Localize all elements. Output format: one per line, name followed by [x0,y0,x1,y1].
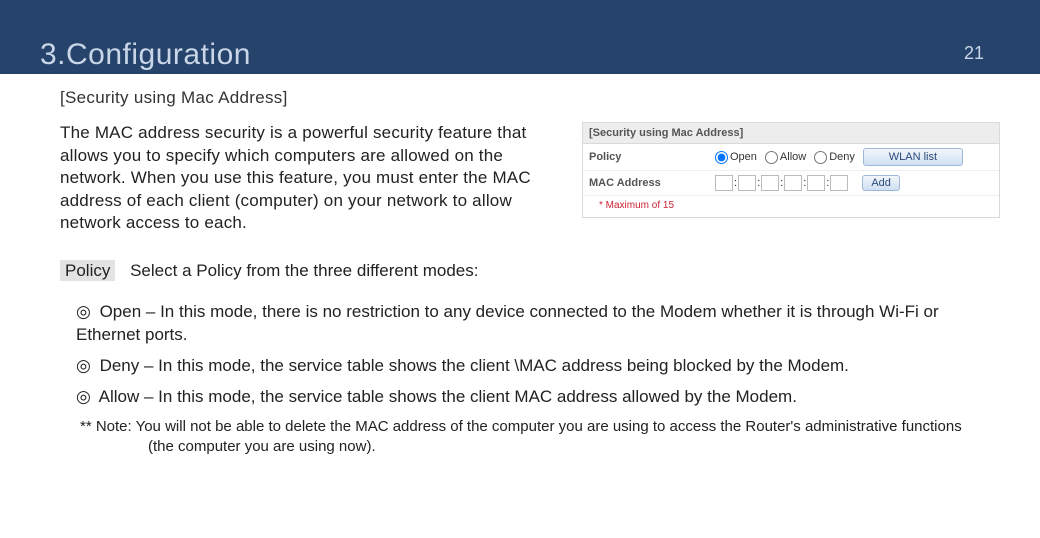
wlan-list-button[interactable]: WLAN list [863,148,963,166]
footnote-cont: (the computer you are using now). [148,437,980,457]
mac-octet-5[interactable] [807,175,825,191]
mac-controls: : : : : : Add [715,175,993,191]
panel-note: * Maximum of 15 [583,196,999,217]
add-button[interactable]: Add [862,175,900,191]
mode-allow-text: Allow – In this mode, the service table … [99,387,797,406]
mode-open: ◎ Open – In this mode, there is no restr… [76,301,980,347]
mode-deny-text: Deny – In this mode, the service table s… [100,356,849,375]
policy-controls: Open Allow Deny WLAN list [715,148,993,166]
page-header: 3.Configuration 21 [0,0,1040,74]
policy-row: Policy Open Allow Deny WLAN list [583,144,999,171]
footnote: ** Note: You will not be able to delete … [80,417,980,437]
mac-octet-6[interactable] [830,175,848,191]
mac-label: MAC Address [589,177,709,189]
mac-sep: : [734,177,737,189]
bullet-icon: ◎ [76,386,91,409]
radio-allow[interactable]: Allow [765,151,806,164]
intro-row: The MAC address security is a powerful s… [60,122,1000,235]
mac-sep: : [826,177,829,189]
panel-title: [Security using Mac Address] [583,123,999,144]
bullet-icon: ◎ [76,355,91,378]
mac-octet-2[interactable] [738,175,756,191]
page-title: 3.Configuration [40,38,251,72]
policy-instruction: Select a Policy from the three different… [130,261,478,280]
mac-security-panel: [Security using Mac Address] Policy Open… [582,122,1000,218]
radio-allow-label: Allow [780,151,806,163]
radio-open-label: Open [730,151,757,163]
page-content: [Security using Mac Address] The MAC add… [0,74,1040,457]
page-number: 21 [964,43,984,64]
policy-line: Policy Select a Policy from the three di… [60,261,1000,281]
section-heading: [Security using Mac Address] [60,88,1000,108]
bullet-icon: ◎ [76,301,91,324]
radio-open-input[interactable] [715,151,728,164]
mac-octet-4[interactable] [784,175,802,191]
intro-text: The MAC address security is a powerful s… [60,122,560,235]
policy-chip: Policy [60,260,115,281]
radio-deny[interactable]: Deny [814,151,855,164]
radio-allow-input[interactable] [765,151,778,164]
radio-deny-label: Deny [829,151,855,163]
modes-list: ◎ Open – In this mode, there is no restr… [76,301,980,457]
mac-sep: : [780,177,783,189]
mode-deny: ◎ Deny – In this mode, the service table… [76,355,980,378]
mac-fields: : : : : : [715,175,848,191]
radio-open[interactable]: Open [715,151,757,164]
mac-row: MAC Address : : : : : Add [583,171,999,196]
mode-allow: ◎ Allow – In this mode, the service tabl… [76,386,980,409]
policy-label: Policy [589,151,709,163]
mac-octet-1[interactable] [715,175,733,191]
mode-open-text: Open – In this mode, there is no restric… [76,302,939,344]
mac-sep: : [757,177,760,189]
mac-sep: : [803,177,806,189]
radio-deny-input[interactable] [814,151,827,164]
mac-octet-3[interactable] [761,175,779,191]
